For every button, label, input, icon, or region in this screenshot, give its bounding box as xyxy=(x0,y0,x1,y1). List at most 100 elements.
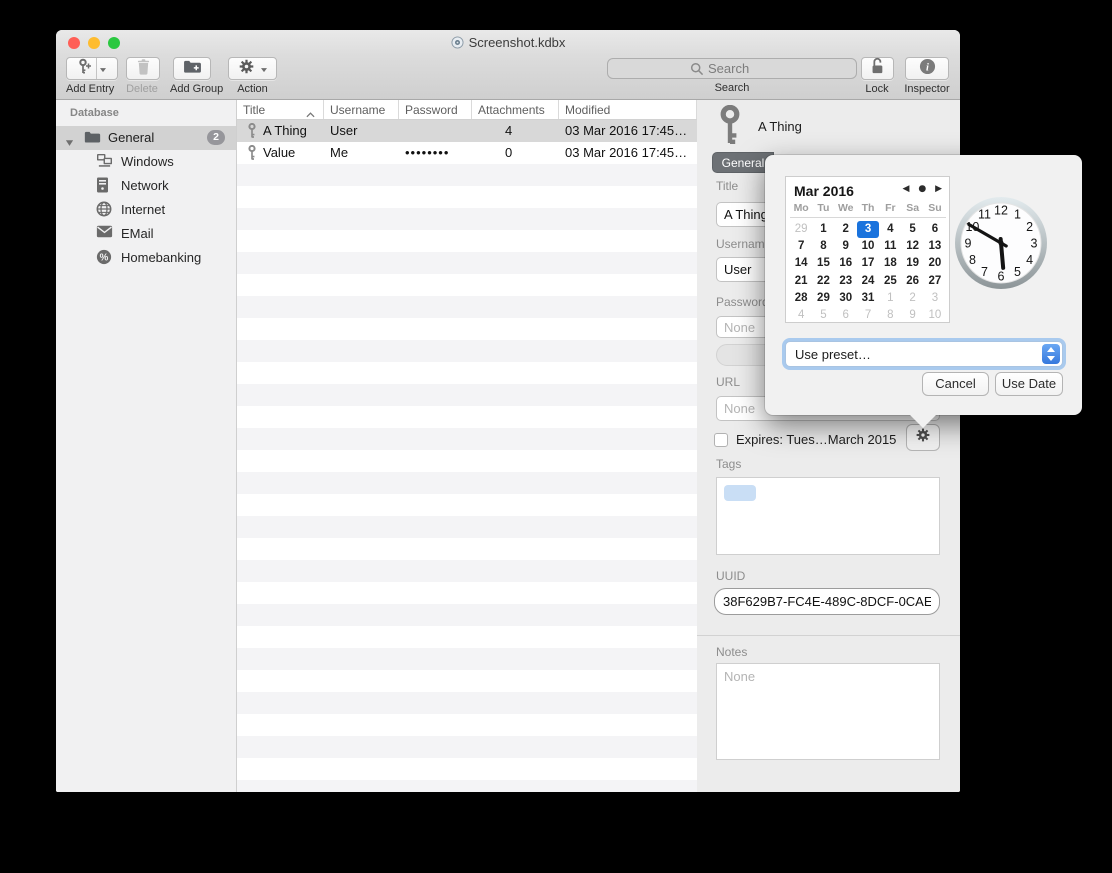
calendar-day[interactable]: 4 xyxy=(790,307,812,324)
calendar-day[interactable]: 9 xyxy=(835,238,857,255)
uuid-field[interactable] xyxy=(714,588,940,615)
add-entry-button[interactable] xyxy=(66,57,118,80)
sidebar-item-network[interactable]: Network xyxy=(56,174,236,198)
column-header-password[interactable]: Password xyxy=(399,100,472,119)
calendar-next-button[interactable]: ▶ xyxy=(935,184,942,194)
weekday-label: Sa xyxy=(901,202,923,214)
calendar-day[interactable]: 2 xyxy=(901,290,923,307)
titlebar[interactable]: Screenshot.kdbx xyxy=(56,30,960,56)
calendar-prev-button[interactable]: ◀ xyxy=(903,184,910,194)
calendar-day[interactable]: 20 xyxy=(924,255,946,272)
calendar-day[interactable]: 26 xyxy=(901,273,923,290)
analog-clock[interactable]: 123456789101112 xyxy=(954,196,1048,290)
cell-modified: 03 Mar 2016 17:45… xyxy=(565,145,687,160)
column-header-title[interactable]: Title xyxy=(237,100,324,119)
calendar-day[interactable]: 12 xyxy=(901,238,923,255)
inspector-button[interactable]: i xyxy=(905,57,949,80)
calendar-day[interactable]: 6 xyxy=(924,221,946,238)
svg-text:3: 3 xyxy=(1031,236,1038,250)
cell-modified: 03 Mar 2016 17:45… xyxy=(565,123,687,138)
date-picker-popover: Mar 2016 ◀ ● ▶ MoTuWeThFrSaSu 2912345678… xyxy=(765,155,1082,415)
table-header: TitleUsernamePasswordAttachmentsModified xyxy=(237,100,697,120)
sidebar-item-windows[interactable]: Windows xyxy=(56,150,236,174)
search-field[interactable] xyxy=(607,58,857,79)
calendar-day[interactable]: 13 xyxy=(924,238,946,255)
calendar-day[interactable]: 17 xyxy=(857,255,879,272)
calendar-day[interactable]: 23 xyxy=(835,273,857,290)
toolbar: Add Entry Delete Add Group xyxy=(56,56,960,100)
tags-label: Tags xyxy=(716,457,741,471)
column-header-modified[interactable]: Modified xyxy=(559,100,697,119)
calendar-day[interactable]: 8 xyxy=(812,238,834,255)
key-icon xyxy=(715,105,745,152)
calendar-day[interactable]: 18 xyxy=(879,255,901,272)
calendar-day[interactable]: 30 xyxy=(835,290,857,307)
calendar-day[interactable]: 27 xyxy=(924,273,946,290)
expires-checkbox[interactable] xyxy=(714,433,728,447)
calendar-day[interactable]: 10 xyxy=(924,307,946,324)
entry-row[interactable]: ValueMe••••••••003 Mar 2016 17:45… xyxy=(237,142,697,164)
calendar-day[interactable]: 16 xyxy=(835,255,857,272)
calendar-day[interactable]: 9 xyxy=(901,307,923,324)
calendar-day[interactable]: 6 xyxy=(835,307,857,324)
calendar-day[interactable]: 29 xyxy=(790,221,812,238)
calendar-day[interactable]: 21 xyxy=(790,273,812,290)
cancel-button[interactable]: Cancel xyxy=(922,372,989,396)
calendar-day[interactable]: 2 xyxy=(835,221,857,238)
calendar-day[interactable]: 15 xyxy=(812,255,834,272)
calendar-day[interactable]: 22 xyxy=(812,273,834,290)
use-date-button[interactable]: Use Date xyxy=(995,372,1063,396)
tags-box[interactable] xyxy=(716,477,940,555)
lock-open-icon xyxy=(869,57,885,80)
expires-date-button[interactable] xyxy=(906,424,940,451)
lock-button[interactable] xyxy=(861,57,894,80)
calendar-day-selected[interactable]: 3 xyxy=(857,221,879,238)
search-label: Search xyxy=(607,82,857,94)
folder-plus-icon xyxy=(183,59,202,79)
calendar-weekday-row: MoTuWeThFrSaSu xyxy=(790,202,946,218)
search-input[interactable] xyxy=(708,59,848,78)
calendar-day[interactable]: 7 xyxy=(790,238,812,255)
delete-button[interactable] xyxy=(126,57,160,80)
calendar-day[interactable]: 19 xyxy=(901,255,923,272)
sidebar-item-label: EMail xyxy=(121,226,154,241)
action-button[interactable] xyxy=(228,57,277,80)
preset-selected-value: Use preset… xyxy=(795,347,871,362)
column-header-attachments[interactable]: Attachments xyxy=(472,100,559,119)
calendar-day[interactable]: 5 xyxy=(812,307,834,324)
calendar-day[interactable]: 28 xyxy=(790,290,812,307)
column-header-username[interactable]: Username xyxy=(324,100,399,119)
calendar-day[interactable]: 10 xyxy=(857,238,879,255)
calendar-day[interactable]: 31 xyxy=(857,290,879,307)
calendar-day[interactable]: 11 xyxy=(879,238,901,255)
title-label: Title xyxy=(716,179,738,193)
calendar-day[interactable]: 1 xyxy=(879,290,901,307)
info-icon: i xyxy=(919,58,936,80)
cell-password: •••••••• xyxy=(405,145,449,160)
calendar-day[interactable]: 3 xyxy=(924,290,946,307)
calendar-day[interactable]: 29 xyxy=(812,290,834,307)
calendar-day[interactable]: 14 xyxy=(790,255,812,272)
trash-icon xyxy=(136,58,151,80)
calendar-today-button[interactable]: ● xyxy=(918,184,926,194)
server-icon xyxy=(96,177,113,194)
notes-field[interactable] xyxy=(716,663,940,760)
entry-row[interactable]: A ThingUser403 Mar 2016 17:45… xyxy=(237,120,697,142)
sidebar-item-internet[interactable]: Internet xyxy=(56,198,236,222)
preset-select[interactable]: Use preset… xyxy=(785,341,1063,367)
svg-text:7: 7 xyxy=(981,265,988,279)
calendar-day[interactable]: 1 xyxy=(812,221,834,238)
calendar-day[interactable]: 5 xyxy=(901,221,923,238)
sidebar-item-email[interactable]: EMail xyxy=(56,222,236,246)
calendar-day[interactable]: 4 xyxy=(879,221,901,238)
tag-token[interactable] xyxy=(724,485,756,501)
calendar-day[interactable]: 8 xyxy=(879,307,901,324)
add-group-button[interactable] xyxy=(173,57,211,80)
calendar-day[interactable]: 7 xyxy=(857,307,879,324)
add-group-label: Add Group xyxy=(170,83,214,95)
windows-network-icon xyxy=(96,153,113,170)
calendar-day[interactable]: 25 xyxy=(879,273,901,290)
calendar-day[interactable]: 24 xyxy=(857,273,879,290)
sidebar-item-general[interactable]: General 2 xyxy=(56,126,236,150)
sidebar-item-homebanking[interactable]: %Homebanking xyxy=(56,246,236,270)
